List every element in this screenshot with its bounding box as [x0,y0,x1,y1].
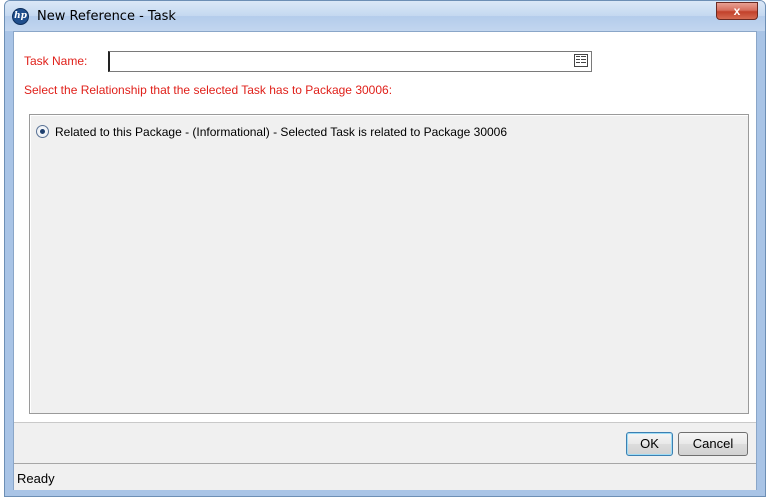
dialog-window: hp New Reference - Task x Task Name: Sel… [4,0,766,497]
title-bar[interactable]: hp New Reference - Task x [5,1,765,31]
radio-selected-icon[interactable] [36,125,49,138]
task-name-input[interactable] [108,51,592,72]
status-bar: Ready [14,463,756,490]
relationship-instruction: Select the Relationship that the selecte… [24,83,393,97]
button-bar: OK Cancel [14,422,756,463]
relationship-options-panel: Related to this Package - (Informational… [29,114,749,414]
status-text: Ready [17,471,55,486]
hp-logo-icon: hp [12,8,29,25]
cancel-button[interactable]: Cancel [678,432,748,456]
close-button[interactable]: x [716,2,758,20]
window-title: New Reference - Task [37,9,176,24]
relationship-option-label[interactable]: Related to this Package - (Informational… [55,125,507,139]
task-name-label: Task Name: [24,54,88,68]
ok-button[interactable]: OK [626,432,673,456]
dialog-body: Task Name: Select the Relationship that … [13,31,757,490]
list-lookup-icon[interactable] [574,54,588,67]
